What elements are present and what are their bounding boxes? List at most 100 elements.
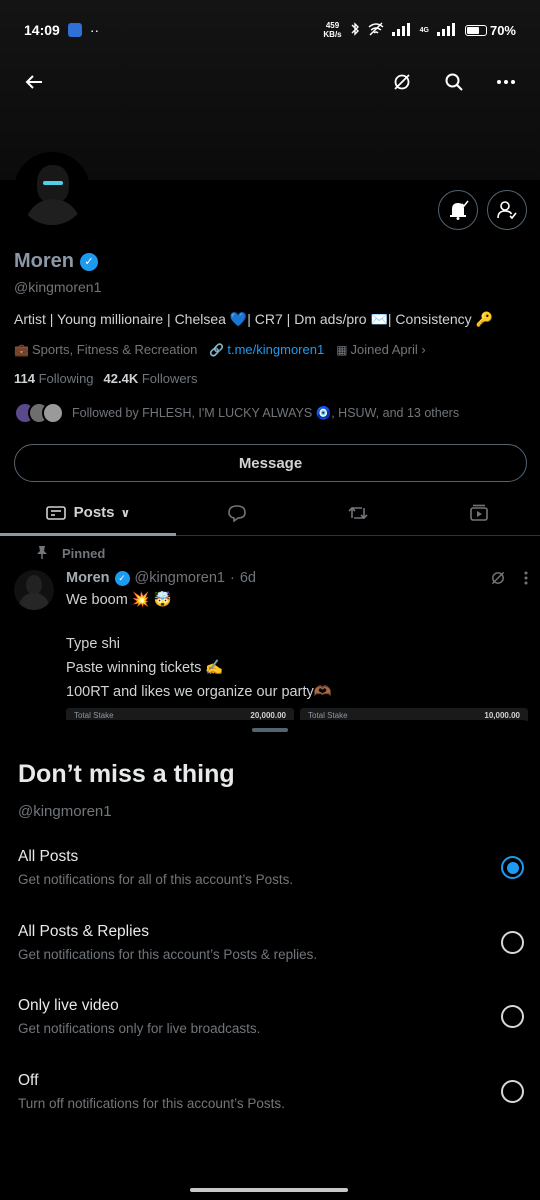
more-icon (497, 80, 515, 84)
verified-badge-icon: ✓ (114, 570, 130, 586)
home-indicator[interactable] (190, 1188, 348, 1192)
option-title: Off (18, 1072, 39, 1089)
chevron-down-icon: ∨ (120, 505, 131, 520)
stake-value: 20,000.00 (250, 710, 286, 720)
option-description: Get notifications for all of this accoun… (18, 872, 294, 887)
following-label: Following (38, 371, 94, 386)
following-button[interactable] (487, 190, 527, 230)
stake-label: Total Stake (308, 710, 348, 720)
more-button[interactable] (488, 64, 524, 100)
stake-value: 10,000.00 (484, 710, 520, 720)
wifi-off-icon (368, 22, 384, 39)
post-content: Moren ✓ @kingmoren1 · 6d We boom 💥 🤯 Typ… (0, 570, 540, 722)
signal-icon (391, 22, 412, 39)
post-tools (490, 570, 528, 586)
followed-by[interactable]: Followed by FHLESH, I'M LUCKY ALWAYS 🧿, … (14, 402, 529, 424)
following-count: 114 (14, 371, 35, 386)
option-text: All Posts Get notifications for all of t… (18, 848, 501, 887)
category-label: Sports, Fitness & Recreation (31, 342, 198, 357)
option-all-posts-replies[interactable]: All Posts & Replies Get notifications fo… (18, 923, 524, 962)
post-avatar-body (19, 593, 49, 610)
following-link[interactable]: 114 Following (14, 371, 94, 386)
option-only-live-video[interactable]: Only live video Get notifications only f… (18, 997, 524, 1036)
sheet-title: Don’t miss a thing (18, 760, 235, 788)
radio-button[interactable] (501, 1080, 524, 1103)
option-description: Turn off notifications for this account’… (18, 1096, 285, 1111)
post-text-line: Paste winning tickets ✍️ (66, 660, 224, 676)
profile-link[interactable]: 🔗 t.me/kingmoren1 (209, 342, 324, 357)
tab-posts-label: Posts (73, 504, 115, 521)
profile-bio: Artist | Young millionaire | Chelsea 💙| … (14, 311, 493, 327)
option-title: All Posts & Replies (18, 923, 149, 940)
post-body: Moren ✓ @kingmoren1 · 6d We boom 💥 🤯 Typ… (66, 570, 540, 722)
chevron-right-icon: › (421, 342, 426, 357)
pinned-indicator: Pinned (36, 545, 540, 562)
radio-button[interactable] (501, 1005, 524, 1028)
joined-label: Joined April (350, 342, 418, 357)
category-item: 💼 Sports, Fitness & Recreation (14, 342, 197, 357)
radio-button[interactable] (501, 856, 524, 879)
user-check-icon (497, 201, 517, 220)
video-icon (470, 504, 489, 521)
status-bar: 14:09 ·· 459 KB/s 4G 70% (0, 0, 540, 60)
notifications-button[interactable] (438, 190, 478, 230)
option-text: Off Turn off notifications for this acco… (18, 1072, 501, 1111)
tab-posts[interactable]: Posts ∨ (0, 490, 176, 536)
radio-button[interactable] (501, 931, 524, 954)
verified-badge-icon[interactable]: ✓ (80, 252, 98, 271)
repost-icon (348, 506, 368, 519)
post-avatar[interactable] (14, 570, 54, 610)
notification-settings-sheet: Don’t miss a thing @kingmoren1 All Posts… (0, 720, 540, 1200)
arrow-left-icon (25, 75, 42, 89)
sheet-drag-handle[interactable] (252, 728, 288, 732)
option-off[interactable]: Off Turn off notifications for this acco… (18, 1072, 524, 1111)
profile-avatar[interactable] (14, 152, 90, 228)
battery-icon (464, 24, 487, 36)
battery: 70% (464, 22, 516, 38)
mini-avatar (42, 402, 64, 424)
net-speed: 459 KB/s (323, 21, 341, 39)
more-vertical-icon[interactable] (524, 570, 528, 586)
followers-link[interactable]: 42.4K Followers (104, 371, 198, 386)
tab-replies[interactable] (176, 490, 297, 535)
signal-icon-2 (436, 22, 457, 39)
post-author-name[interactable]: Moren (66, 570, 110, 586)
pinned-post[interactable]: Pinned Moren ✓ @kingmoren1 · 6d We boom … (0, 545, 540, 722)
follow-counts: 114 Following 42.4K Followers (14, 371, 529, 386)
post-text-line: We boom 💥 🤯 (66, 592, 172, 608)
post-header: Moren ✓ @kingmoren1 · 6d (66, 570, 540, 586)
post-text-line: 100RT and likes we organize our party🫶🏾 (66, 684, 332, 700)
tab-media[interactable] (419, 490, 540, 535)
grok-button[interactable] (384, 64, 420, 100)
tab-reposts[interactable] (297, 490, 418, 535)
option-description: Get notifications for this account’s Pos… (18, 947, 318, 962)
post-gap (66, 610, 540, 630)
profile-info: Moren ✓ @kingmoren1 Artist | Young milli… (14, 250, 529, 424)
joined-item[interactable]: ▦ Joined April › (336, 342, 426, 357)
profile-meta: 💼 Sports, Fitness & Recreation 🔗 t.me/king… (14, 342, 529, 357)
name-row: Moren ✓ (14, 250, 529, 273)
post-age: 6d (239, 570, 256, 586)
followers-count: 42.4K (103, 371, 139, 386)
message-button[interactable]: Message (14, 444, 527, 482)
search-button[interactable] (436, 64, 472, 100)
stake-label: Total Stake (74, 710, 114, 720)
profile-handle: @kingmoren1 (14, 279, 102, 295)
post-separator: · (229, 570, 235, 586)
profile-name: Moren (14, 250, 74, 272)
profile-link-text: t.me/kingmoren1 (227, 342, 325, 357)
option-title: Only live video (18, 997, 119, 1014)
option-text: Only live video Get notifications only f… (18, 997, 501, 1036)
grok-icon[interactable] (490, 570, 506, 586)
post-text-line: Type shi (66, 636, 120, 652)
battery-percent: 70% (489, 22, 516, 38)
followed-by-avatars (14, 402, 64, 424)
profile-tabs: Posts ∨ (0, 490, 540, 536)
notification-app-icon (67, 23, 82, 37)
back-button[interactable] (16, 64, 52, 100)
net-speed-value: 459 (325, 21, 340, 30)
followers-label: Followers (141, 371, 198, 386)
bell-icon (450, 200, 469, 220)
posts-icon (45, 505, 66, 520)
option-all-posts[interactable]: All Posts Get notifications for all of t… (18, 848, 524, 887)
